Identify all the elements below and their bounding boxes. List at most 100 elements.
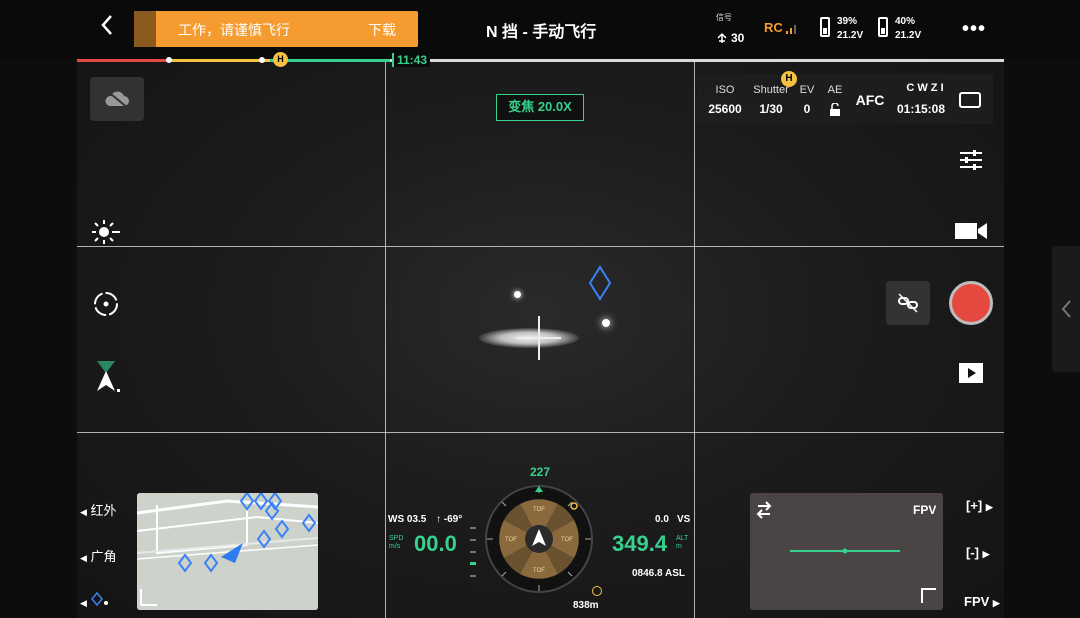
download-button[interactable]: 下载 [368, 20, 396, 40]
storage-label: C W Z I [906, 82, 944, 94]
shutter-value: 1/30 [759, 102, 783, 116]
distance-to-home: 838m [573, 600, 599, 611]
waypoint-icon [90, 591, 108, 607]
more-menu-button[interactable]: ••• [962, 18, 986, 41]
altitude-unit: ALT m [676, 535, 689, 550]
back-button[interactable] [94, 14, 120, 44]
target-button[interactable] [86, 284, 126, 324]
cloud-off-button[interactable] [90, 77, 144, 121]
ev-value: 0 [803, 102, 811, 116]
grid-line [77, 432, 1004, 433]
flight-mode-label[interactable]: N 挡 - 手动飞行 [486, 18, 596, 42]
battery-timeline-remaining [390, 59, 1004, 62]
settings-sliders-button[interactable] [951, 140, 991, 180]
link-button[interactable] [886, 281, 930, 325]
brightness-icon [92, 220, 120, 244]
satellite-icon [717, 32, 727, 43]
vertical-speed: 0.0 [655, 514, 669, 525]
grid-line [694, 62, 695, 618]
attitude-compass[interactable]: TOF TOF TOF TOF [484, 484, 594, 594]
playback-button[interactable] [951, 353, 991, 393]
camera-swap-icon[interactable] [959, 92, 981, 108]
rc-signal: RC [764, 20, 783, 35]
waypoint-diamond-icon[interactable] [588, 265, 612, 301]
chevron-left-icon [101, 15, 112, 35]
caret-right-icon: ▶ [982, 549, 990, 559]
camera-params-panel[interactable]: ISO 25600 Shutter 1/30 EV 0 AE AFC C W Z… [697, 74, 993, 124]
caret-right-icon: ▶ [985, 502, 993, 512]
home-point-marker: H [781, 71, 797, 87]
lens-wide-label: 广角 [90, 549, 117, 564]
focus-mode[interactable]: AFC [853, 92, 887, 108]
top-bar: 工作，请谨慎飞行 下载 N 挡 - 手动飞行 信号 30 RC 39% 21.2… [0, 0, 1080, 58]
caret-right-icon: ▶ [992, 598, 1000, 608]
chevron-left-icon [1061, 300, 1071, 318]
grid-line [77, 246, 1004, 247]
timeline-marker [166, 57, 172, 63]
svg-text:TOF: TOF [533, 507, 545, 513]
waypoint-toggle[interactable]: ◀ [80, 591, 109, 609]
satellite-count: 30 [731, 31, 745, 45]
zoom-in-button[interactable]: [+] ▶ [966, 498, 993, 513]
fpv-switch-button[interactable]: FPV ▶ [964, 594, 1000, 609]
svg-text:TOF: TOF [561, 537, 573, 543]
video-camera-icon [955, 223, 987, 239]
record-button[interactable] [949, 281, 993, 325]
warning-text: 工作，请谨慎飞行 [178, 22, 290, 38]
ae-label: AE [827, 84, 843, 96]
lens-infrared[interactable]: ◀ 红外 [80, 500, 117, 519]
home-distance-marker [592, 586, 602, 596]
caret-left-icon: ◀ [80, 598, 87, 608]
lens-infrared-label: 红外 [90, 503, 117, 518]
iso-value: 25600 [708, 102, 742, 116]
zoom-out-label: [-] [966, 545, 979, 560]
map-canvas [137, 493, 318, 610]
battery-timeline-low [170, 59, 270, 62]
caret-left-icon: ◀ [80, 553, 87, 563]
altitude: 349.4 [612, 531, 668, 556]
link-icon [898, 293, 918, 313]
gimbal-direction-icon [97, 361, 120, 392]
caret-left-icon: ◀ [80, 507, 87, 517]
brightness-button[interactable] [86, 212, 126, 252]
battery-1-percent: 39% [837, 16, 858, 27]
vs-label: VS [677, 514, 691, 525]
svg-text:TOF: TOF [533, 568, 545, 574]
battery-2-percent: 40% [895, 16, 916, 27]
battery-timeline-ok [270, 59, 390, 62]
playback-icon [959, 363, 983, 383]
video-mode-button[interactable] [951, 211, 991, 251]
record-time: 01:15:08 [896, 102, 946, 116]
battery-1-icon [820, 17, 830, 37]
mini-map[interactable] [137, 493, 318, 610]
battery-1-voltage: 21.2V [837, 30, 864, 41]
home-point-marker: H [273, 52, 288, 67]
settings-sliders-icon [960, 150, 982, 170]
zoom-out-button[interactable]: [-] ▶ [966, 545, 990, 560]
fpv-preview[interactable]: FPV [750, 493, 943, 610]
zoom-indicator[interactable]: 变焦 20.0X [496, 94, 584, 121]
wind-direction: ↑ -69° [436, 514, 463, 525]
light-point [514, 291, 521, 298]
flight-time-remaining: 11:43 [392, 53, 431, 67]
altitude-asl: 0846.8 ASL [632, 568, 685, 579]
timeline-marker [259, 57, 265, 63]
battery-2-icon [878, 17, 888, 37]
side-drawer-handle[interactable] [1052, 246, 1080, 372]
ev-label: EV [799, 84, 815, 96]
target-icon [94, 292, 118, 316]
lens-wide[interactable]: ◀ 广角 [80, 546, 117, 565]
fpv-label: FPV [913, 503, 937, 517]
app-screen: 工作，请谨慎飞行 下载 N 挡 - 手动飞行 信号 30 RC 39% 21.2… [0, 0, 1080, 618]
speed-scale-icon [470, 527, 476, 577]
warning-icon [134, 11, 156, 47]
grid-line [385, 62, 386, 618]
crosshair [517, 316, 561, 360]
iso-label: ISO [715, 84, 735, 96]
ae-unlock-icon[interactable] [829, 103, 841, 116]
fpv-switch-label: FPV [964, 594, 990, 609]
heading-value: 227 [530, 465, 551, 479]
wind-speed: WS 03.5 [388, 514, 427, 525]
gimbal-direction-button[interactable] [86, 356, 126, 396]
speed-unit: SPD m/s [389, 535, 404, 550]
